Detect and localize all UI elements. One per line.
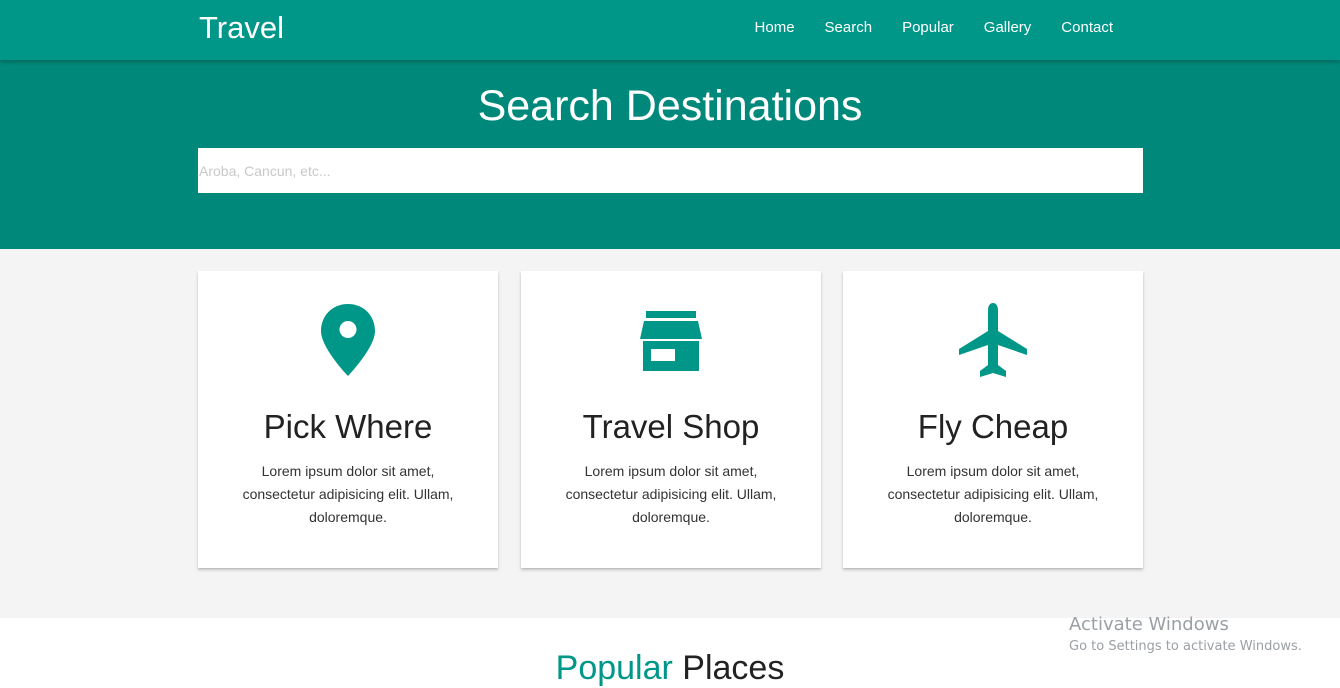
hero-title: Search Destinations (477, 82, 863, 130)
nav-link-popular[interactable]: Popular (887, 0, 969, 60)
feature-title: Pick Where (263, 408, 433, 445)
feature-text: Lorem ipsum dolor sit amet, consectetur … (565, 463, 777, 525)
features-section: Pick Where Lorem ipsum dolor sit amet, c… (0, 249, 1340, 618)
feature-card-travel-shop: Travel Shop Lorem ipsum dolor sit amet, … (521, 271, 821, 568)
feature-title: Travel Shop (582, 408, 760, 445)
brand-logo[interactable]: Travel (199, 10, 284, 46)
watermark-line-2: Go to Settings to activate Windows. (1069, 639, 1302, 654)
nav-links: Home Search Popular Gallery Contact (740, 0, 1128, 60)
map-marker-icon (198, 301, 498, 381)
activate-windows-watermark: Activate Windows Go to Settings to activ… (1069, 614, 1302, 658)
search-hero: Search Destinations (0, 60, 1340, 249)
airplane-icon (843, 301, 1143, 381)
nav-link-search[interactable]: Search (810, 0, 888, 60)
feature-text: Lorem ipsum dolor sit amet, consectetur … (887, 463, 1099, 525)
feature-card-fly-cheap: Fly Cheap Lorem ipsum dolor sit amet, co… (843, 271, 1143, 568)
navbar: Travel Home Search Popular Gallery Conta… (0, 0, 1340, 60)
feature-text: Lorem ipsum dolor sit amet, consectetur … (242, 463, 454, 525)
popular-title-accent: Popular (555, 649, 673, 687)
nav-link-gallery[interactable]: Gallery (969, 0, 1047, 60)
feature-title: Fly Cheap (917, 408, 1069, 445)
destination-search-input[interactable] (198, 148, 1143, 193)
popular-title-rest: Places (672, 649, 785, 687)
nav-link-contact[interactable]: Contact (1046, 0, 1128, 60)
watermark-line-1: Activate Windows (1069, 614, 1229, 635)
store-icon (521, 301, 821, 381)
nav-link-home[interactable]: Home (740, 0, 810, 60)
feature-card-pick-where: Pick Where Lorem ipsum dolor sit amet, c… (198, 271, 498, 568)
